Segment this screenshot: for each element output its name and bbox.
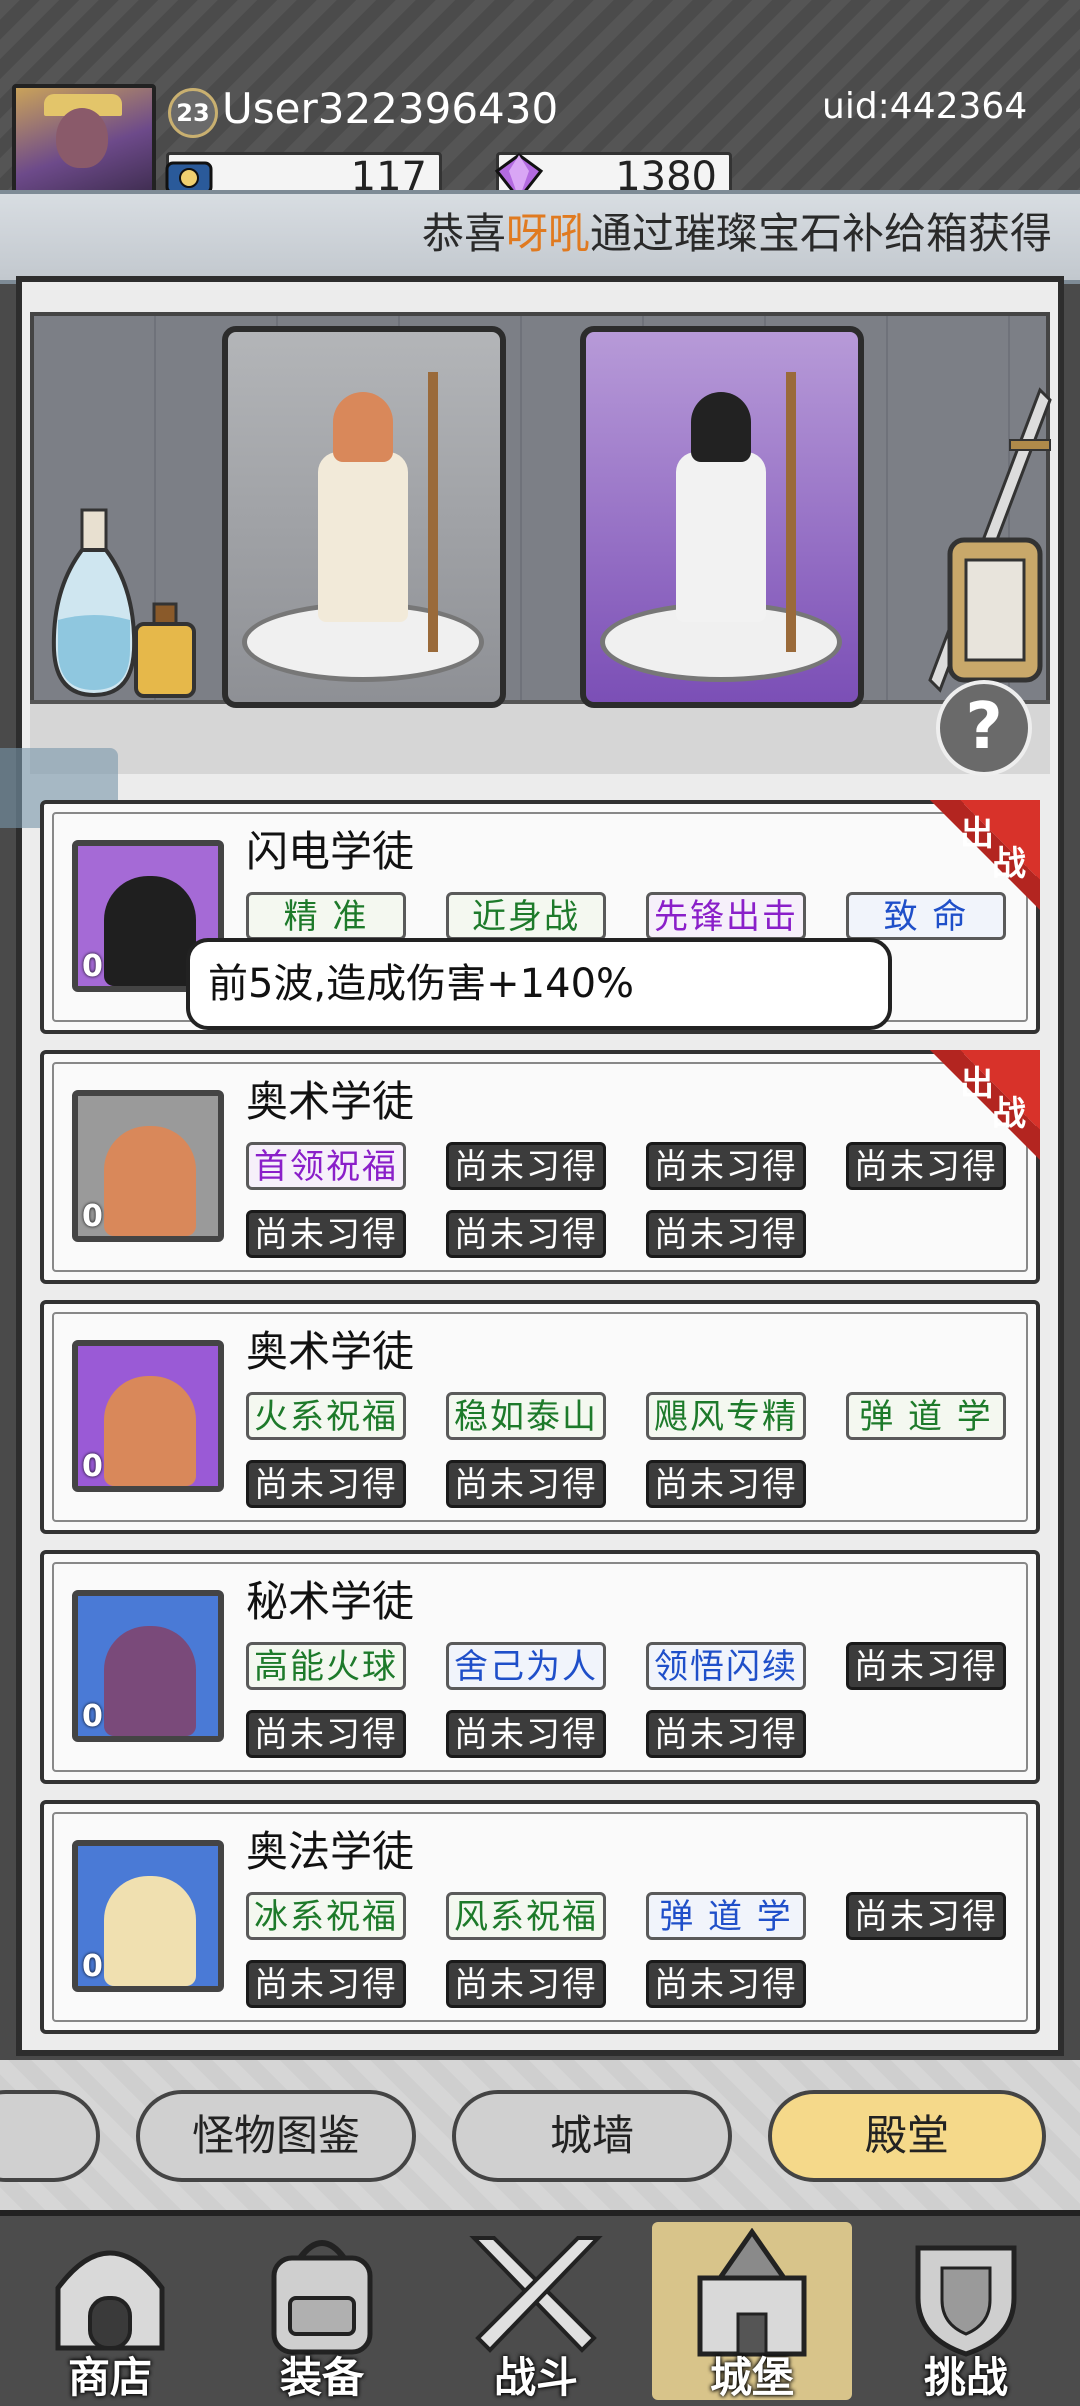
skill-slot-locked[interactable]: 尚未习得 bbox=[646, 1960, 806, 2008]
skill-slot-locked[interactable]: 尚未习得 bbox=[846, 1892, 1006, 1940]
display-floor bbox=[30, 700, 1050, 774]
hero-count: 0 bbox=[82, 1199, 103, 1234]
hero-name: 奥法学徒 bbox=[246, 1827, 415, 1876]
hero-count: 0 bbox=[82, 1949, 103, 1984]
hero-row-arcanist[interactable]: 0 秘术学徒 高能火球 舍己为人 领悟闪续 尚未习得 尚未习得 尚未习得 尚未习… bbox=[40, 1550, 1040, 1784]
subtab-previous[interactable] bbox=[0, 2090, 100, 2182]
ticker-prefix: 恭喜 bbox=[422, 209, 507, 258]
hero-face bbox=[104, 1876, 196, 1986]
ticker-text: 恭喜呀吼通过璀璨宝石补给箱获得 bbox=[422, 200, 1052, 261]
sword-and-lantern-icon bbox=[928, 387, 1052, 693]
lightning-apprentice-figure bbox=[656, 372, 786, 642]
player-uid: uid:442364 bbox=[822, 86, 1028, 127]
subtab-hall[interactable]: 殿堂 bbox=[768, 2090, 1046, 2182]
skill-slot[interactable]: 高能火球 bbox=[246, 1642, 406, 1690]
skill-slot[interactable]: 风系祝福 bbox=[446, 1892, 606, 1940]
skill-slot-locked[interactable]: 尚未习得 bbox=[446, 1710, 606, 1758]
skill-slot-locked[interactable]: 尚未习得 bbox=[446, 1142, 606, 1190]
hero-name: 闪电学徒 bbox=[246, 827, 415, 876]
hero-face bbox=[104, 1626, 196, 1736]
skill-slot[interactable]: 舍己为人 bbox=[446, 1642, 606, 1690]
player-avatar[interactable] bbox=[12, 84, 156, 204]
skill-slot[interactable]: 飓风专精 bbox=[646, 1392, 806, 1440]
hero-row-sorcery[interactable]: 0 奥法学徒 冰系祝福 风系祝福 弹 道 学 尚未习得 尚未习得 尚未习得 尚未… bbox=[40, 1800, 1040, 2034]
skill-slot[interactable]: 领悟闪续 bbox=[646, 1642, 806, 1690]
small-potion-icon bbox=[134, 602, 196, 698]
hero-count: 0 bbox=[82, 1699, 103, 1734]
hero-name: 秘术学徒 bbox=[246, 1577, 415, 1626]
hero-name: 奥术学徒 bbox=[246, 1327, 415, 1376]
player-username: User322396430 bbox=[222, 84, 559, 133]
skill-tooltip: 前5波,造成伤害+140% bbox=[186, 938, 892, 1030]
hero-display-card-lightning[interactable] bbox=[580, 326, 864, 708]
hero-portrait[interactable]: 0 bbox=[72, 1340, 224, 1492]
skill-slot[interactable]: 稳如泰山 bbox=[446, 1392, 606, 1440]
hero-face bbox=[104, 1126, 196, 1236]
skill-slot-locked[interactable]: 尚未习得 bbox=[446, 1460, 606, 1508]
nav-challenge[interactable]: 挑战 bbox=[866, 2222, 1066, 2402]
crossed-swords-icon bbox=[469, 2236, 603, 2353]
skill-slot-locked[interactable]: 尚未习得 bbox=[246, 1460, 406, 1508]
player-level-badge: 23 bbox=[168, 88, 218, 138]
potion-bottle-icon bbox=[51, 508, 137, 698]
skill-slot-locked[interactable]: 尚未习得 bbox=[646, 1142, 806, 1190]
skill-slot[interactable]: 精 准 bbox=[246, 892, 406, 940]
skill-slot-locked[interactable]: 尚未习得 bbox=[846, 1642, 1006, 1690]
skill-slot-locked[interactable]: 尚未习得 bbox=[246, 1710, 406, 1758]
skill-slot[interactable]: 弹 道 学 bbox=[846, 1392, 1006, 1440]
skill-slot[interactable]: 火系祝福 bbox=[246, 1392, 406, 1440]
skill-slot-locked[interactable]: 尚未习得 bbox=[446, 1210, 606, 1258]
arcane-apprentice-figure bbox=[298, 372, 428, 642]
hero-face bbox=[104, 1376, 196, 1486]
skill-slot[interactable]: 近身战 bbox=[446, 892, 606, 940]
backpack-icon bbox=[271, 2240, 373, 2355]
nav-label: 挑战 bbox=[923, 2353, 1008, 2402]
subtab-wall[interactable]: 城墙 bbox=[452, 2090, 732, 2182]
skill-slot[interactable]: 弹 道 学 bbox=[646, 1892, 806, 1940]
skill-slot[interactable]: 先锋出击 bbox=[646, 892, 806, 940]
hero-portrait[interactable]: 0 bbox=[72, 1840, 224, 1992]
hero-portrait[interactable]: 0 bbox=[72, 1090, 224, 1242]
skill-slot[interactable]: 冰系祝福 bbox=[246, 1892, 406, 1940]
hero-row-arcane-2[interactable]: 0 奥术学徒 火系祝福 稳如泰山 飓风专精 弹 道 学 尚未习得 尚未习得 尚未… bbox=[40, 1300, 1040, 1534]
avatar-face bbox=[56, 108, 108, 168]
hero-portrait[interactable]: 0 bbox=[72, 1590, 224, 1742]
skill-slot-locked[interactable]: 尚未习得 bbox=[646, 1460, 806, 1508]
skill-slot-locked[interactable]: 尚未习得 bbox=[646, 1710, 806, 1758]
nav-label: 装备 bbox=[279, 2353, 364, 2402]
ticker-suffix: 通过璀璨宝石补给箱获得 bbox=[590, 209, 1053, 258]
help-button[interactable]: ? bbox=[936, 680, 1032, 776]
shop-icon bbox=[55, 2250, 165, 2351]
hero-face bbox=[104, 876, 196, 986]
nav-battle[interactable]: 战斗 bbox=[436, 2222, 636, 2402]
staff-icon bbox=[428, 372, 438, 652]
deployed-badge: 出战 bbox=[930, 800, 1040, 910]
hero-display-card-arcane[interactable] bbox=[222, 326, 506, 708]
hero-count: 0 bbox=[82, 1449, 103, 1484]
announcement-ticker: 恭喜呀吼通过璀璨宝石补给箱获得 bbox=[0, 190, 1080, 284]
nav-label: 战斗 bbox=[493, 2353, 578, 2402]
hero-row-arcane-1[interactable]: 0 奥术学徒 首领祝福 尚未习得 尚未习得 尚未习得 尚未习得 尚未习得 尚未习… bbox=[40, 1050, 1040, 1284]
castle-icon bbox=[697, 2228, 807, 2357]
hero-name: 奥术学徒 bbox=[246, 1077, 415, 1126]
ticker-player-name: 呀吼 bbox=[506, 209, 591, 258]
skill-slot-locked[interactable]: 尚未习得 bbox=[446, 1960, 606, 2008]
skill-slot-locked[interactable]: 尚未习得 bbox=[646, 1210, 806, 1258]
skill-slot-locked[interactable]: 尚未习得 bbox=[246, 1210, 406, 1258]
skill-slot[interactable]: 首领祝福 bbox=[246, 1142, 406, 1190]
nav-equipment[interactable]: 装备 bbox=[222, 2222, 422, 2402]
nav-shop[interactable]: 商店 bbox=[10, 2222, 210, 2402]
skill-slot-locked[interactable]: 尚未习得 bbox=[246, 1960, 406, 2008]
subtab-monster-guide[interactable]: 怪物图鉴 bbox=[136, 2090, 416, 2182]
nav-label: 商店 bbox=[67, 2353, 152, 2402]
hero-count: 0 bbox=[82, 949, 103, 984]
shield-icon bbox=[915, 2245, 1017, 2357]
nav-castle[interactable]: 城堡 bbox=[652, 2222, 852, 2402]
deployed-badge: 出战 bbox=[930, 1050, 1040, 1160]
staff-icon bbox=[786, 372, 796, 652]
nav-label: 城堡 bbox=[709, 2353, 794, 2402]
